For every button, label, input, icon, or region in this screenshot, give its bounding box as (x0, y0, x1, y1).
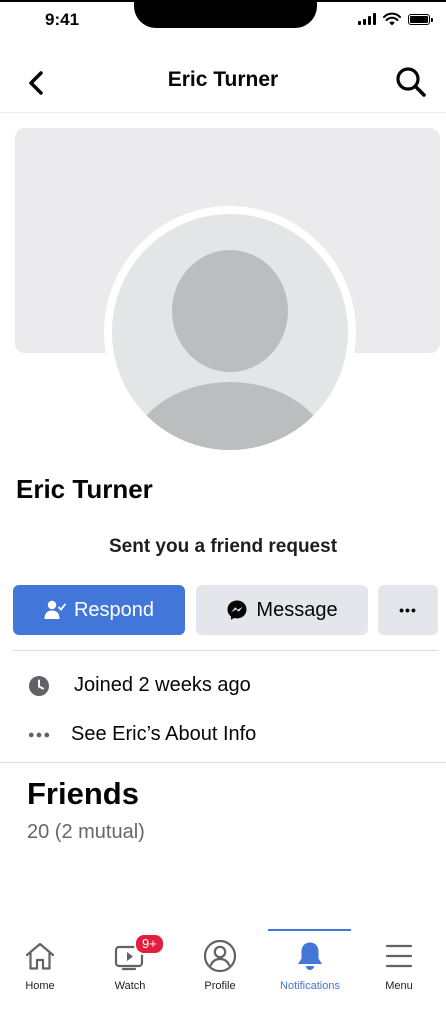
cellular-signal-icon (358, 13, 376, 25)
avatar-placeholder-icon (112, 214, 348, 450)
wifi-icon (383, 12, 401, 26)
friend-request-text: Sent you a friend request (108, 536, 338, 557)
message-button[interactable]: Message (196, 585, 368, 635)
clock-icon (28, 675, 50, 697)
status-bar: 9:41 (0, 0, 446, 44)
bottom-tab-bar: Home 9+ Watch Profile Notifications Menu (0, 928, 446, 1008)
tab-label-watch: Watch (114, 980, 146, 992)
page-title: Eric Turner (167, 68, 279, 91)
tab-notifications[interactable]: Notifications (270, 938, 350, 992)
more-options-button[interactable]: ••• (378, 585, 438, 635)
status-icons (358, 12, 433, 26)
joined-text: Joined 2 weeks ago (74, 674, 251, 696)
home-icon (25, 942, 55, 970)
tab-watch[interactable]: 9+ Watch (90, 933, 170, 992)
menu-icon (385, 944, 413, 968)
divider (13, 650, 438, 651)
search-icon[interactable] (394, 65, 428, 99)
about-info-link[interactable]: See Eric’s About Info (71, 723, 256, 746)
device-notch (134, 0, 317, 28)
tab-profile[interactable]: Profile (180, 938, 260, 992)
tab-home[interactable]: Home (0, 938, 80, 992)
about-info-row[interactable]: See Eric’s About Info (28, 723, 256, 746)
more-dots-icon (28, 724, 50, 746)
divider (0, 762, 446, 763)
status-time: 9:41 (45, 10, 80, 29)
messenger-icon (227, 600, 247, 620)
active-tab-indicator (268, 929, 351, 931)
profile-icon (203, 939, 237, 973)
navigation-bar: Eric Turner (0, 52, 446, 113)
respond-label: Respond (73, 598, 155, 621)
tab-label-menu: Menu (385, 980, 413, 992)
profile-name: Eric Turner (16, 474, 153, 504)
friends-count[interactable]: 20 (2 mutual) (27, 821, 145, 844)
watch-badge: 9+ (134, 933, 165, 955)
more-options-icon: ••• (399, 602, 417, 618)
tab-label-profile: Profile (204, 980, 236, 992)
battery-icon (408, 13, 433, 25)
friends-heading: Friends (27, 776, 139, 811)
tab-label-notifications: Notifications (280, 980, 340, 992)
message-label: Message (256, 598, 338, 621)
profile-picture[interactable] (104, 206, 356, 458)
person-check-icon (44, 600, 66, 619)
respond-button[interactable]: Respond (13, 585, 185, 635)
joined-info-row: Joined 2 weeks ago (28, 674, 251, 697)
tab-menu[interactable]: Menu (359, 938, 439, 992)
tab-label-home: Home (25, 980, 55, 992)
bell-icon (298, 942, 322, 970)
